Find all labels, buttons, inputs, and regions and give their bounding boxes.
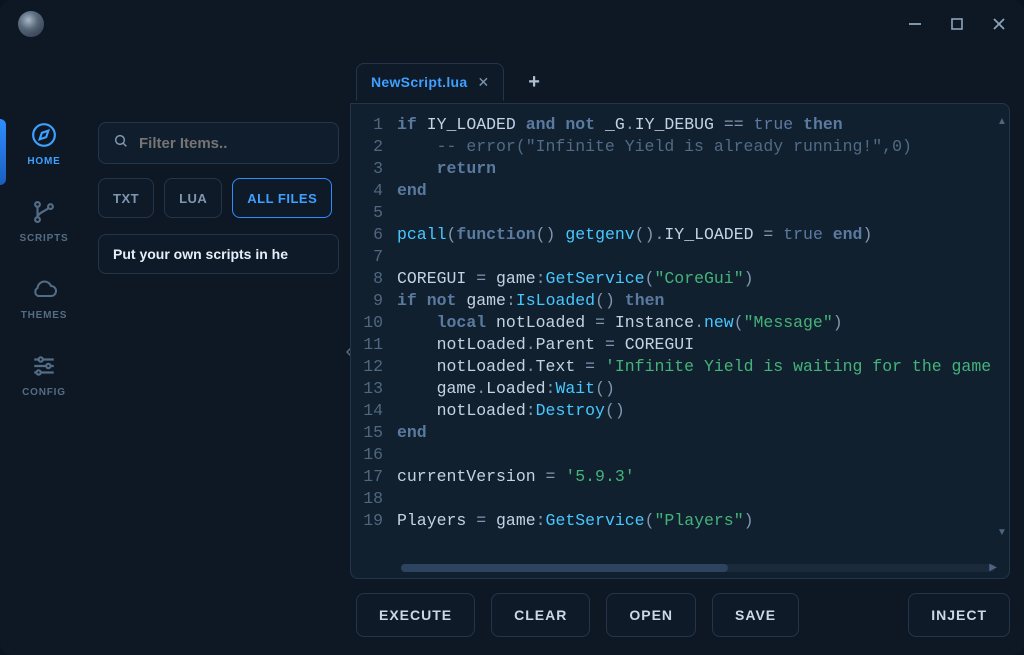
sidebar-nav: HOME SCRIPTS THEMES CONFIG — [0, 48, 88, 655]
tab-close-icon[interactable]: ✕ — [477, 74, 489, 91]
filter-input[interactable] — [139, 135, 340, 152]
scroll-thumb[interactable] — [401, 564, 728, 572]
scripts-panel: TXT LUA ALL FILES Put your own scripts i… — [88, 48, 350, 655]
clear-button[interactable]: CLEAR — [491, 593, 590, 637]
compass-icon — [29, 120, 59, 150]
horizontal-scrollbar[interactable]: ▶ — [401, 564, 995, 572]
nav-label: CONFIG — [22, 387, 66, 398]
sidebar-item-themes[interactable]: THEMES — [21, 274, 67, 321]
editor-tab[interactable]: NewScript.lua ✕ — [356, 63, 504, 101]
cloud-icon — [29, 274, 59, 304]
scroll-right-icon[interactable]: ▶ — [989, 562, 997, 573]
action-bar: EXECUTE CLEAR OPEN SAVE INJECT — [350, 593, 1010, 637]
tab-add-button[interactable]: + — [520, 71, 548, 94]
nav-label: SCRIPTS — [20, 233, 69, 244]
tab-label: NewScript.lua — [371, 74, 467, 90]
window-maximize-button[interactable] — [950, 17, 964, 31]
app-window: HOME SCRIPTS THEMES CONFIG — [0, 0, 1024, 655]
filter-chip-lua[interactable]: LUA — [164, 178, 222, 218]
filter-items-box[interactable] — [98, 122, 339, 164]
scroll-up-icon[interactable]: ▲ — [997, 116, 1007, 127]
sliders-icon — [29, 351, 59, 381]
app-logo-icon — [18, 11, 44, 37]
save-button[interactable]: SAVE — [712, 593, 799, 637]
editor-tabs: NewScript.lua ✕ + — [350, 60, 1010, 104]
execute-button[interactable]: EXECUTE — [356, 593, 475, 637]
nav-label: HOME — [27, 156, 60, 167]
scroll-down-icon[interactable]: ▼ — [997, 527, 1007, 538]
branch-icon — [29, 197, 59, 227]
sidebar-item-scripts[interactable]: SCRIPTS — [20, 197, 69, 244]
inject-button[interactable]: INJECT — [908, 593, 1010, 637]
window-minimize-button[interactable] — [908, 17, 922, 31]
search-icon — [113, 133, 129, 154]
code-content[interactable]: 1if IY_LOADED and not _G.IY_DEBUG == tru… — [361, 114, 995, 564]
sidebar-item-home[interactable]: HOME — [27, 120, 60, 167]
vertical-scrollbar[interactable]: ▲ ▼ — [997, 116, 1005, 538]
nav-label: THEMES — [21, 310, 67, 321]
open-button[interactable]: OPEN — [606, 593, 696, 637]
filter-chip-all-files[interactable]: ALL FILES — [232, 178, 332, 218]
sidebar-active-indicator — [0, 119, 6, 185]
window-close-button[interactable] — [992, 17, 1006, 31]
code-editor[interactable]: 1if IY_LOADED and not _G.IY_DEBUG == tru… — [350, 103, 1010, 579]
script-list: Put your own scripts in he — [98, 234, 339, 274]
title-bar — [0, 0, 1024, 48]
sidebar-item-config[interactable]: CONFIG — [22, 351, 66, 398]
filter-chip-txt[interactable]: TXT — [98, 178, 154, 218]
editor-panel: NewScript.lua ✕ + 1if IY_LOADED and not … — [350, 48, 1024, 655]
script-list-item[interactable]: Put your own scripts in he — [98, 234, 339, 274]
